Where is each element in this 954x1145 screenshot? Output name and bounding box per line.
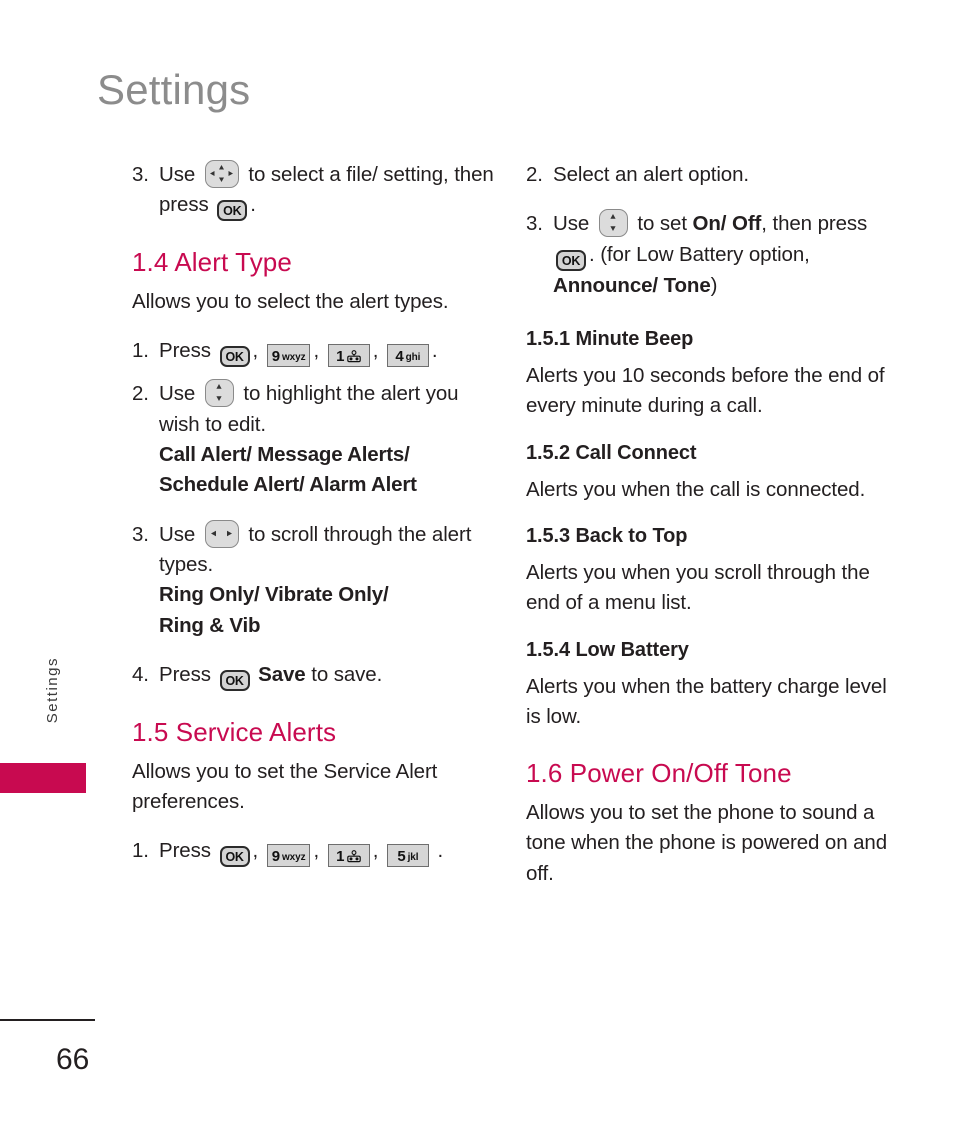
subsection-body: Alerts you 10 seconds before the end of … [526, 363, 885, 418]
list-item-body: Press OK Save to save. [159, 660, 504, 691]
key-letters: wxyz [281, 852, 306, 864]
keypad-key-9-icon: 9 wxyz [266, 344, 311, 368]
list-item-body: Press OK, 9 wxyz, 1, 4 ghi. [159, 339, 438, 368]
list-item-number: 3. [132, 163, 149, 186]
onoff-option-label: On/ Off [692, 212, 762, 236]
option-line: Ring & Vib [159, 613, 261, 637]
footer-divider [0, 1019, 95, 1021]
subsection-heading: 1.5.4 Low Battery [526, 638, 689, 661]
section-body-power-tone: Allows you to set the phone to sound a t… [526, 801, 888, 885]
ok-key-icon: OK [219, 346, 250, 368]
section-heading-service-alerts: 1.5 Service Alerts [132, 717, 337, 747]
subsection-heading: 1.5.2 Call Connect [526, 441, 697, 464]
section-intro-service-alerts: Allows you to set the Service Alert pref… [132, 759, 438, 814]
voicemail-icon [347, 847, 362, 863]
text-fragment: Press [159, 339, 211, 363]
section-heading-power-tone: 1.6 Power On/Off Tone [526, 758, 792, 789]
section-intro-alert-type: Allows you to select the alert types. [132, 290, 449, 314]
list-item-number: 1. [132, 339, 149, 363]
keypad-key-9-icon: 9 wxyz [266, 844, 311, 868]
text-fragment: ) [710, 273, 718, 297]
key-number: 1 [336, 848, 345, 866]
list-item-number: 3. [526, 212, 543, 236]
list-item: 3. Use to set On/ Off, then press OK. (f… [526, 209, 898, 301]
option-line: Schedule Alert/ Alarm Alert [159, 473, 417, 497]
ok-key-icon: OK [217, 200, 248, 222]
list-item-number: 1. [132, 839, 149, 863]
keypad-key-1-icon: 1 [327, 844, 370, 868]
up-down-navigation-key-icon [598, 209, 628, 238]
text-fragment: to highlight the alert you wish to edit. [159, 382, 459, 436]
subsection-body: Alerts you when you scroll through the e… [526, 560, 870, 615]
list-item-body: Press OK, 9 wxyz, 1, 5 jkl . [159, 839, 444, 868]
list-item: 1. Press OK, 9 wxyz, 1, 5 jkl . [132, 836, 504, 868]
key-number: 1 [336, 348, 345, 366]
subsection-body: Alerts you when the battery charge level… [526, 674, 887, 728]
key-number: 4 [395, 348, 404, 366]
option-line: Call Alert/ Message Alerts/ [159, 443, 410, 467]
list-item-body: Use to highlight the alert you wish to e… [159, 379, 504, 500]
page-title: Settings [97, 66, 251, 113]
text-fragment: Press [159, 663, 211, 686]
ok-key-icon: OK [556, 249, 586, 271]
side-tab-accent-block [0, 763, 86, 793]
subsection-heading: 1.5.3 Back to Top [526, 524, 688, 547]
list-item-body: Use to set On/ Off, then press OK. (for … [553, 209, 898, 301]
text-fragment: to save. [311, 663, 383, 686]
list-item: 3. Use to select a file/ setting, then p… [132, 160, 504, 222]
right-column: 2. Select an alert option. 3. Use to set… [526, 160, 898, 889]
text-fragment: . [250, 193, 256, 217]
text-fragment: Use [159, 522, 196, 546]
list-item-number: 4. [132, 663, 149, 686]
text-fragment: Press [159, 839, 211, 863]
text-fragment: . [431, 339, 438, 363]
side-tab-label: Settings [44, 657, 61, 724]
announce-tone-option-label: Announce/ Tone [553, 273, 711, 297]
list-item-body: Select an alert option. [553, 163, 749, 186]
key-number: 5 [397, 848, 406, 866]
list-item-body: Use to select a file/ setting, then pres… [159, 160, 504, 222]
page-number: 66 [56, 1043, 90, 1076]
left-right-navigation-key-icon [204, 519, 239, 548]
text-fragment: Use [553, 212, 590, 236]
key-letters: jkl [407, 852, 419, 864]
section-heading-alert-type: 1.4 Alert Type [132, 247, 292, 278]
list-item-number: 2. [132, 382, 149, 406]
list-item: 2. Use to highlight the alert you wish t… [132, 379, 504, 500]
text-fragment: to set [637, 212, 687, 236]
key-number: 9 [271, 348, 280, 366]
keypad-key-5-icon: 5 jkl [386, 844, 429, 868]
list-item-number: 3. [132, 522, 149, 546]
save-label: Save [258, 663, 306, 686]
text-fragment: . [437, 839, 444, 863]
list-item: 4. Press OK Save to save. [132, 660, 504, 691]
four-way-navigation-key-icon [204, 160, 239, 188]
key-number: 9 [271, 848, 280, 866]
text-fragment: Use [159, 163, 196, 186]
left-column: 3. Use to select a file/ setting, then p… [132, 160, 504, 868]
list-item-body: Use to scroll through the alert types. R… [159, 519, 504, 641]
list-item: 3. Use to scroll through the alert types… [132, 519, 504, 641]
ok-key-icon: OK [219, 670, 250, 691]
text-fragment: . (for Low Battery option, [589, 242, 810, 266]
list-item-number: 2. [526, 163, 543, 186]
key-letters: wxyz [281, 352, 306, 364]
keypad-key-4-icon: 4 ghi [386, 344, 429, 368]
text-fragment: , then press [761, 212, 868, 236]
keypad-key-1-icon: 1 [327, 344, 370, 368]
subsection-heading: 1.5.1 Minute Beep [526, 327, 694, 350]
text-fragment: Use [159, 382, 196, 406]
voicemail-icon [347, 347, 362, 363]
subsection-body: Alerts you when the call is connected. [526, 477, 866, 501]
key-letters: ghi [405, 352, 421, 364]
ok-key-icon: OK [219, 846, 250, 868]
list-item: 1. Press OK, 9 wxyz, 1, 4 ghi. [132, 336, 504, 368]
list-item: 2. Select an alert option. [526, 160, 898, 190]
up-down-navigation-key-icon [204, 379, 234, 408]
option-line: Ring Only/ Vibrate Only/ [159, 583, 389, 607]
